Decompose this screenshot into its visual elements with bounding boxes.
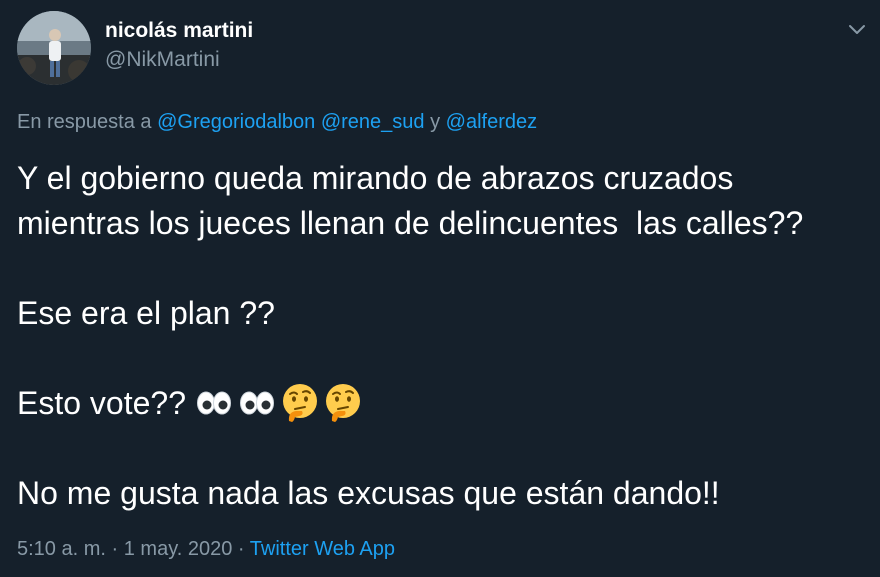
- tweet-text: Y el gobierno queda mirando de abrazos c…: [17, 156, 867, 516]
- avatar-photo: [17, 11, 91, 85]
- display-name[interactable]: nicolás martini: [105, 19, 253, 43]
- thinking-face-emoji-icon: [283, 383, 317, 422]
- timestamp-link[interactable]: 5:10 a. m. · 1 may. 2020: [17, 538, 232, 560]
- tweet-card: nicolás martini @NikMartini En respuesta…: [0, 0, 880, 577]
- tweet-line: Y el gobierno queda mirando de abrazos c…: [17, 160, 734, 196]
- avatar[interactable]: [17, 11, 91, 85]
- reply-context: En respuesta a @Gregoriodalbon @rene_sud…: [17, 111, 537, 134]
- mention-link[interactable]: @alferdez: [446, 111, 537, 133]
- tweet-line-with-emoji: Esto vote??: [17, 381, 867, 426]
- tweet-line: No me gusta nada las excusas que están d…: [17, 475, 720, 511]
- thinking-face-emoji-icon: [326, 383, 360, 422]
- reply-prefix: En respuesta a: [17, 111, 152, 133]
- tweet-line: Ese era el plan ??: [17, 295, 275, 331]
- mention-link[interactable]: @Gregoriodalbon: [157, 111, 315, 133]
- meta-separator: ·: [111, 538, 119, 560]
- tweet-date: 1 may. 2020: [123, 538, 233, 560]
- tweet-line: Esto vote??: [17, 385, 186, 421]
- eyes-emoji-icon: [197, 391, 231, 415]
- emoji-group: [194, 382, 363, 422]
- chevron-down-icon: [849, 25, 865, 34]
- tweet-line: mientras los jueces llenan de delincuent…: [17, 205, 804, 241]
- user-handle[interactable]: @NikMartini: [105, 48, 220, 72]
- eyes-emoji-icon: [240, 391, 274, 415]
- more-options-button[interactable]: [843, 15, 871, 43]
- source-link[interactable]: Twitter Web App: [250, 538, 395, 560]
- meta-separator: ·: [237, 538, 245, 560]
- tweet-time: 5:10 a. m.: [17, 538, 106, 560]
- reply-joiner: y: [430, 111, 441, 133]
- mention-link[interactable]: @rene_sud: [321, 111, 425, 133]
- tweet-metadata: 5:10 a. m. · 1 may. 2020 · Twitter Web A…: [17, 538, 395, 561]
